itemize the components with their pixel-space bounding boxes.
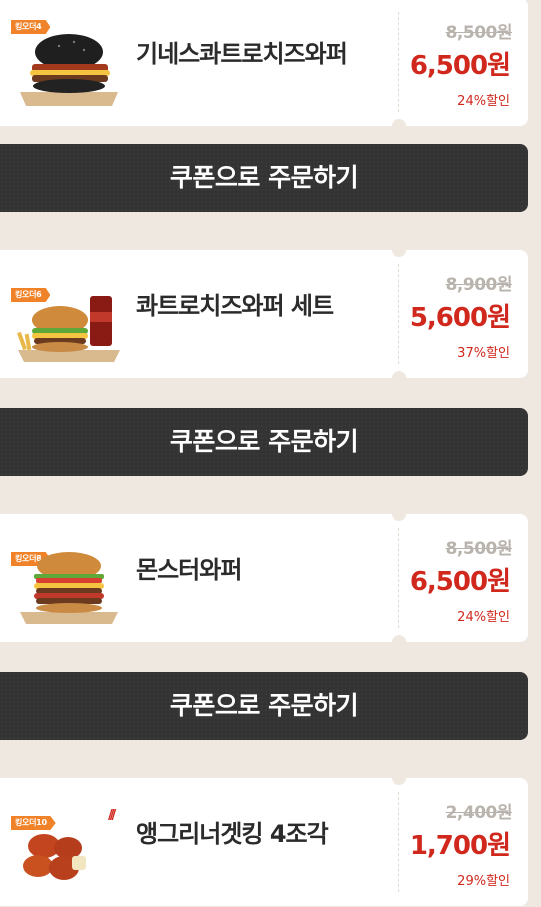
sale-price: 1,700원 [409, 831, 511, 861]
original-price: 8,500원 [445, 23, 513, 43]
card-notch [392, 371, 406, 385]
item-name: 기네스콰트로치즈와퍼 [136, 40, 348, 68]
discount-rate: 24%할인 [457, 94, 510, 109]
card-notch [392, 119, 406, 133]
card-divider [398, 12, 399, 112]
order-with-coupon-button[interactable]: 쿠폰으로 주문하기 [0, 408, 528, 476]
sale-price: 6,500원 [409, 51, 511, 81]
original-price: 8,500원 [445, 539, 513, 559]
coupon-card: 킹오더8 몬스터와퍼 8,500원 6,500원 24%할인 [0, 507, 528, 649]
card-divider [398, 792, 399, 892]
burger-image [20, 552, 118, 624]
card-notch [392, 771, 406, 785]
item-name: 콰트로치즈와퍼 세트 [136, 292, 334, 320]
coupon-card: 킹오더6 콰트로치즈와퍼 세트 8,900원 5,600원 37%할인 [0, 243, 528, 385]
original-price: 2,400원 [445, 803, 513, 823]
order-with-coupon-button[interactable]: 쿠폰으로 주문하기 [0, 144, 528, 212]
card-notch [392, 635, 406, 649]
discount-rate: 24%할인 [457, 610, 510, 625]
nugget-image [23, 834, 86, 880]
item-name: 몬스터와퍼 [136, 556, 242, 584]
sale-price: 5,600원 [409, 303, 511, 333]
card-notch [392, 507, 406, 521]
discount-rate: 37%할인 [457, 346, 510, 361]
burger-set-image [17, 296, 120, 362]
burger-image [20, 34, 118, 106]
order-with-coupon-button[interactable]: 쿠폰으로 주문하기 [0, 672, 528, 740]
discount-rate: 29%할인 [457, 874, 510, 889]
original-price: 8,900원 [445, 275, 513, 295]
coupon-card: 킹오더4 기네스콰트로치즈와퍼 8,500원 6,500원 24%할인 [0, 0, 528, 133]
card-divider [398, 528, 399, 628]
coupon-card: 킹오더10 /// 앵그리너겟킹 4조각 2,400원 1,700원 29%할인 [0, 771, 528, 906]
item-name: 앵그리너겟킹 4조각 [136, 820, 329, 848]
sale-price: 6,500원 [409, 567, 511, 597]
card-notch [392, 243, 406, 257]
card-divider [398, 264, 399, 364]
